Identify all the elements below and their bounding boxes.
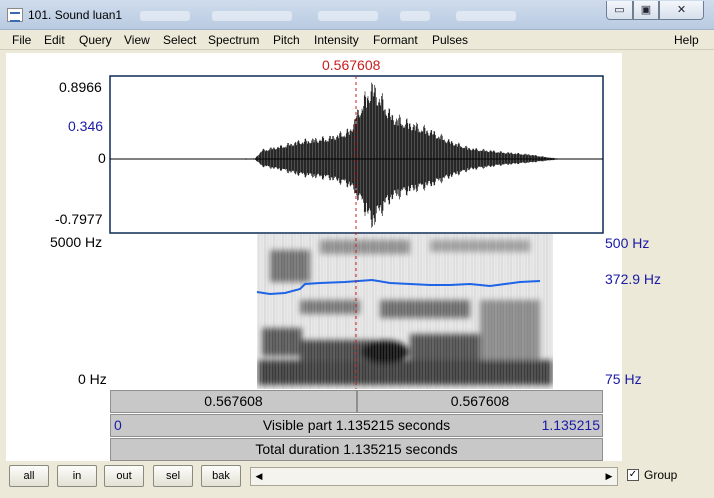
zoom-out-button[interactable]: out — [104, 465, 144, 487]
group-label: Group — [644, 468, 678, 482]
selection-left-time: 0.567608 — [204, 393, 263, 409]
total-duration-bar[interactable]: Total duration 1.135215 seconds — [110, 438, 603, 461]
zoom-back-button[interactable]: bak — [201, 465, 241, 487]
scroll-left-arrow-icon[interactable]: ◀ — [252, 468, 266, 485]
visible-start-label: 0 — [114, 417, 122, 433]
total-duration-text: Total duration 1.135215 seconds — [255, 441, 458, 457]
selection-left-segment[interactable]: 0.567608 — [110, 390, 357, 413]
visible-part-bar[interactable]: Visible part 1.135215 seconds 0 1.135215 — [110, 414, 603, 437]
group-checkbox[interactable]: ✓ — [627, 469, 639, 481]
zoom-all-button[interactable]: all — [9, 465, 49, 487]
zoom-in-button[interactable]: in — [57, 465, 97, 487]
scroll-right-arrow-icon[interactable]: ▶ — [602, 468, 616, 485]
visible-end-label: 1.135215 — [541, 417, 600, 433]
bottom-toolbar: all in out sel bak ◀ ▶ ✓ Group — [0, 462, 714, 498]
selection-right-segment[interactable]: 0.567608 — [357, 390, 603, 413]
selection-right-time: 0.567608 — [450, 393, 510, 409]
visible-part-text: Visible part 1.135215 seconds — [262, 417, 451, 433]
zoom-selection-button[interactable]: sel — [153, 465, 193, 487]
time-scrollbar[interactable]: ◀ ▶ — [250, 467, 618, 486]
